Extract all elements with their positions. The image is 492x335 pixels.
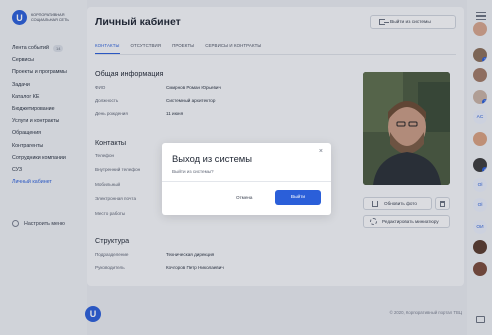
confirm-logout-button[interactable]: Выйти [275, 190, 321, 205]
dialog-title: Выход из системы [172, 153, 252, 164]
dialog-divider [162, 181, 331, 182]
dialog-text: Выйти из системы? [172, 169, 214, 174]
logout-dialog: Выход из системы × Выйти из системы? Отм… [162, 143, 331, 215]
close-icon[interactable]: × [319, 148, 323, 155]
cancel-button[interactable]: Отмена [236, 195, 252, 200]
